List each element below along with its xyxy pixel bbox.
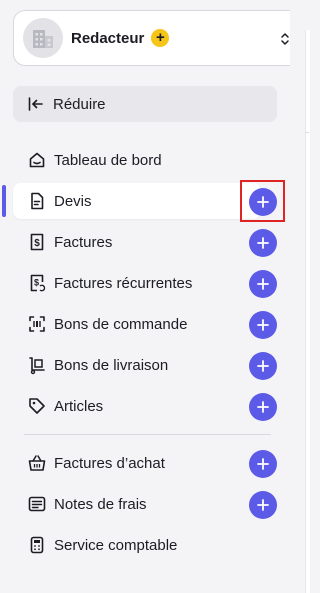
sidebar-item-label: Notes de frais (54, 495, 147, 513)
sidebar-item-items[interactable]: Articles (13, 388, 261, 424)
tag-icon (29, 398, 45, 414)
sidebar-item-label: Tableau de bord (54, 151, 162, 169)
sidebar-item-label: Factures (54, 233, 113, 251)
invoice-dollar-icon: $ (30, 233, 44, 251)
company-name: Redacteur (71, 29, 145, 47)
collapse-button[interactable]: Réduire (13, 86, 277, 122)
collapse-label: Réduire (53, 95, 106, 113)
plus-icon (257, 237, 269, 249)
add-purchase-order-button[interactable] (249, 311, 277, 339)
add-delivery-note-button[interactable] (249, 352, 277, 380)
recurring-invoice-icon: $ (30, 274, 46, 292)
sidebar-item-label: Articles (54, 397, 104, 415)
sidebar-item-expense-notes[interactable]: Notes de frais (13, 486, 261, 522)
plus-icon (257, 401, 269, 413)
add-item-button[interactable] (249, 393, 277, 421)
calculator-icon (30, 536, 44, 554)
chevron-up-down-icon (281, 33, 289, 45)
sidebar-item-dashboard[interactable]: Tableau de bord (13, 142, 261, 178)
plus-icon (257, 278, 269, 290)
svg-text:$: $ (34, 278, 39, 288)
document-icon (31, 192, 44, 210)
add-expense-note-button[interactable] (249, 491, 277, 519)
sidebar-item-label: Factures récurrentes (54, 274, 193, 292)
content-divider (305, 132, 309, 133)
sidebar-item-recurring-invoices[interactable]: $ Factures récurrentes (13, 265, 261, 301)
dolly-icon (29, 357, 45, 375)
add-recurring-invoice-button[interactable] (249, 270, 277, 298)
add-invoice-button[interactable] (249, 229, 277, 257)
active-indicator (2, 185, 6, 217)
building-icon (33, 30, 53, 48)
add-purchase-invoice-button[interactable] (249, 450, 277, 478)
sidebar-item-label: Bons de commande (54, 315, 188, 333)
barcode-scan-icon (29, 316, 45, 332)
sidebar-item-invoices[interactable]: $ Factures (13, 224, 261, 260)
sidebar-item-label: Devis (54, 192, 92, 210)
home-icon (29, 152, 45, 168)
sidebar-item-purchase-invoices[interactable]: Factures d’achat (13, 445, 261, 481)
section-divider (24, 434, 271, 435)
sidebar: Redacteur + Réduire Tableau de bord Devi… (0, 0, 303, 593)
main-content-edge (305, 30, 310, 593)
plus-icon (257, 319, 269, 331)
collapse-left-icon (28, 97, 43, 111)
sidebar-item-label: Service comptable (54, 536, 178, 554)
sidebar-item-label: Factures d’achat (54, 454, 165, 472)
sidebar-item-delivery-notes[interactable]: Bons de livraison (13, 347, 261, 383)
plus-icon (257, 458, 269, 470)
highlight-box (240, 180, 285, 222)
sidebar-item-label: Bons de livraison (54, 356, 169, 374)
basket-icon (28, 455, 46, 471)
plan-badge: + (151, 29, 170, 47)
plus-icon (257, 499, 269, 511)
plus-icon (257, 360, 269, 372)
sidebar-item-purchase-orders[interactable]: Bons de commande (13, 306, 261, 342)
sidebar-item-quotes[interactable]: Devis (13, 183, 261, 219)
company-avatar (23, 18, 63, 58)
company-switcher[interactable]: Redacteur + (13, 10, 303, 66)
svg-text:$: $ (34, 238, 40, 249)
sidebar-item-accounting-service[interactable]: Service comptable (13, 527, 261, 563)
notes-icon (28, 496, 46, 512)
